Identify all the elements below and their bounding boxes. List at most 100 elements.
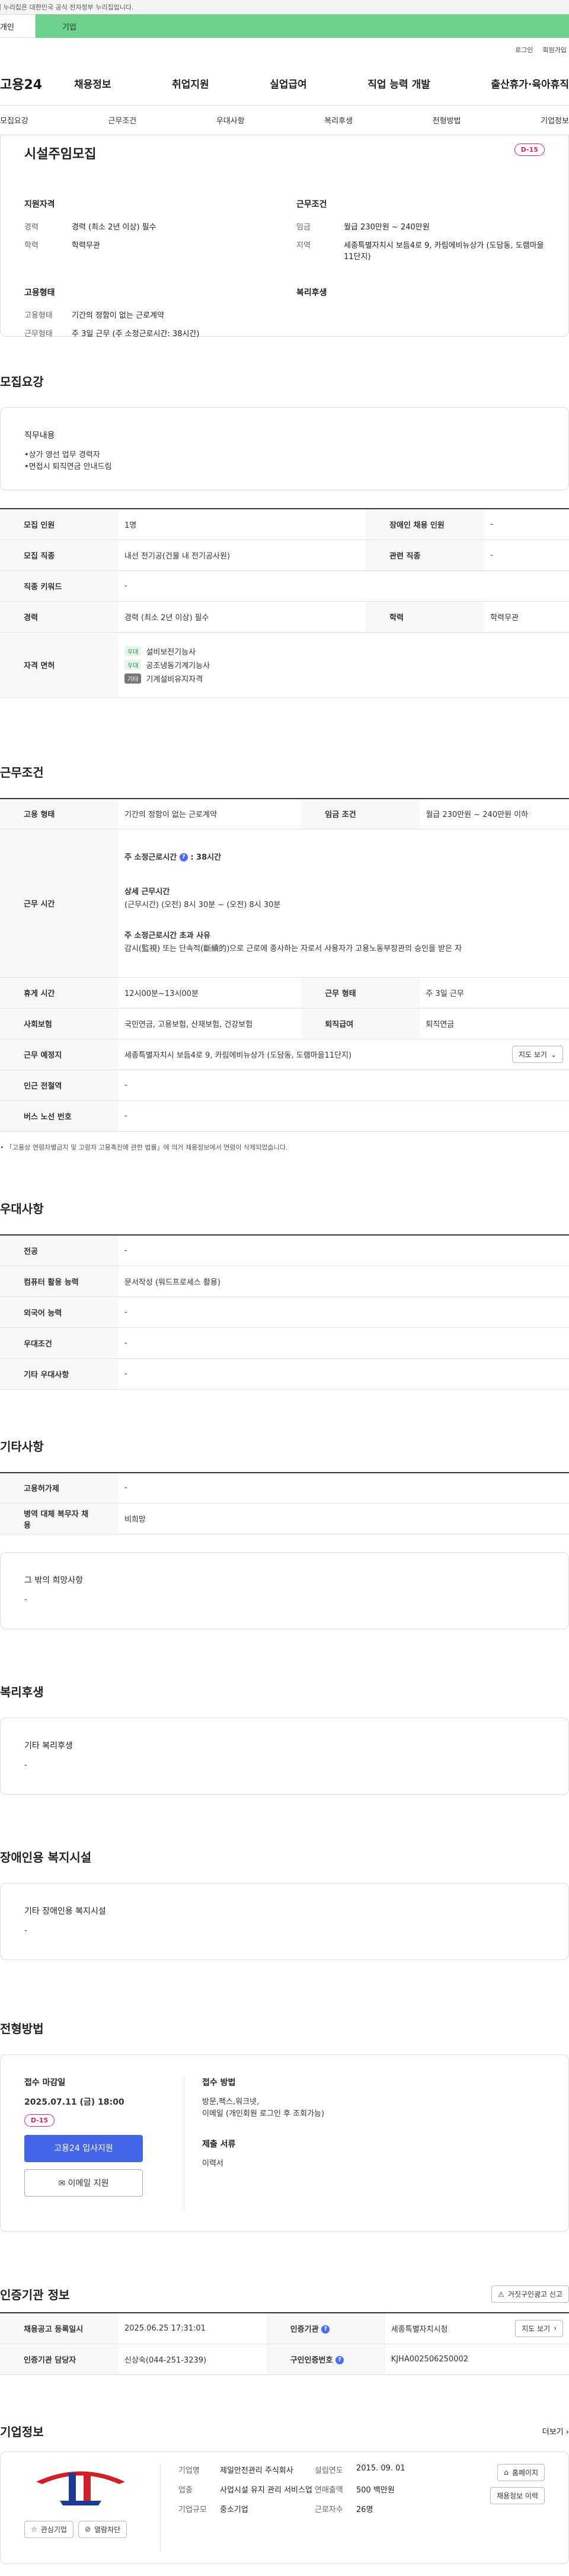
recruit-heading: 모집요강 xyxy=(0,375,44,389)
global-nav: 고용24 채용정보 취업지원 실업급여 직업 능력 개발 출산휴가·육아휴직 xyxy=(0,62,569,106)
pref-table: 전공 - 컴퓨터 활용 능력 문서작성 (워드프로세스 활용) 외국어 능력 - 우대… xyxy=(0,1234,569,1390)
list-item: 우대 설비보전기능사 xyxy=(124,646,563,657)
gnb-item-parental-leave[interactable]: 출산휴가·육아휴직 xyxy=(491,76,569,91)
table-row: 직종 키워드 - xyxy=(0,570,569,602)
anchor-work[interactable]: 근무조건 xyxy=(108,114,136,126)
table-row: 근무 시간 주 소정근로시간 ? : 38시간 상세 근무시간 (근무시간) (… xyxy=(0,829,569,978)
gnb-item-vocational-training[interactable]: 직업 능력 개발 xyxy=(367,76,430,91)
job-history-button[interactable]: 채용정보 이력 xyxy=(490,2486,545,2504)
table-row: 우대조건 - xyxy=(0,1327,569,1359)
dday-badge: D-15 xyxy=(514,143,545,156)
table-row: 휴게 시간 12시00분~13시00분 근무 형태 주 3일 근무 xyxy=(0,977,569,1008)
table-row: 전공 - xyxy=(0,1235,569,1266)
help-icon[interactable]: ? xyxy=(179,853,188,861)
block-company-button[interactable]: ⊘ 열람차단 xyxy=(78,2520,127,2538)
apply-button[interactable]: 고용24 입사지원 xyxy=(24,2135,143,2162)
table-row: 외국어 능력 - xyxy=(0,1297,569,1328)
etc-section: 기타사항 고용허가제 - 병역 대체 복무자 채용 비희망 그 밖의 희망사항 - xyxy=(0,1390,569,1629)
chevron-down-icon: ⌄ xyxy=(550,1050,557,1059)
job-title: 시설주임모집 xyxy=(24,147,97,162)
table-row: 인증기관 담당자 신상숙(044-251-3239) 구인인증번호 ? KJHA0… xyxy=(0,2344,569,2375)
anchor-company[interactable]: 기업정보 xyxy=(541,114,569,126)
license-tag: 기타 xyxy=(124,673,142,684)
etc-box: 그 밖의 희망사항 - xyxy=(0,1552,569,1629)
anchor-process[interactable]: 전형방법 xyxy=(433,114,461,126)
summary-row: 학력 학력무관 xyxy=(24,241,100,250)
summary-employment: 고용형태 고용형태 기간의 정함이 없는 근로계약 근무형태 주 3일 근무 (주 … xyxy=(24,286,273,346)
gnb-item-jobs[interactable]: 채용정보 xyxy=(74,76,111,91)
company-section: 기업정보 더보기 › ☆ 관심기업 ⊘ 열람차단 기업명 제일안전관리 주식회사 설립… xyxy=(0,2375,569,2576)
etc-heading: 기타사항 xyxy=(0,1439,44,1454)
summary-condition: 근무조건 임금 월급 230만원 ~ 240만원 지역 세종특별자치시 보듬4로 9… xyxy=(296,198,545,269)
company-logo-base-blue xyxy=(60,2500,101,2505)
disabled-box: 기타 장애인용 복지시설 - xyxy=(0,1883,569,1960)
help-icon[interactable]: ? xyxy=(321,2325,330,2334)
benefit-heading: 복리후생 xyxy=(0,1685,44,1699)
duty-heading: 직무내용 xyxy=(24,431,55,440)
table-row: 채용공고 등록일시 2025.06.25 17:31:01 인증기관 ? 세종특별… xyxy=(0,2313,569,2344)
recruit-section: 모집요강 직무내용 •상가 영선 업무 경력자 •면접시 퇴직연금 안내드림 모… xyxy=(0,337,569,698)
anchor-tabs: 모집요강 근무조건 우대사항 복리후생 전형방법 기업정보 xyxy=(0,106,569,135)
block-icon: ⊘ xyxy=(84,2525,91,2533)
disabled-section: 장애인용 복지시설 기타 장애인용 복지시설 - xyxy=(0,1795,569,1960)
table-row: 기타 우대사항 - xyxy=(0,1358,569,1390)
summary-condition-heading: 근무조건 xyxy=(296,200,327,209)
age-notice: • 「고용상 연령차별금지 및 고령자 고용촉진에 관한 법률」에 의거 채용정… xyxy=(0,1144,288,1151)
gov-bar: 이 누리집은 대한민국 공식 전자정부 누리집입니다. xyxy=(0,0,569,14)
work-table: 고용 형태 기간의 정함이 없는 근로계약 임금 조건 월급 230만원 ~ 240… xyxy=(0,797,569,1132)
disabled-heading: 장애인용 복지시설 xyxy=(0,1850,92,1865)
util-links: 로그인 회원가입 xyxy=(0,38,569,62)
tab-personal[interactable]: 개인 xyxy=(0,14,36,38)
map-button[interactable]: 지도 보기 ⌄ xyxy=(512,1046,563,1063)
company-more-link[interactable]: 더보기 › xyxy=(542,2425,569,2437)
company-logo-arc-red xyxy=(36,2471,125,2484)
user-type-tabs: 개인 기업 xyxy=(0,14,569,38)
report-ad-button[interactable]: ⚠ 거짓구인광고 신고 xyxy=(491,2285,569,2303)
email-apply-button[interactable]: ✉ 이메일 지원 xyxy=(24,2169,143,2197)
work-section: 근무조건 고용 형태 기간의 정함이 없는 근로계약 임금 조건 월급 230만원 … xyxy=(0,698,569,1153)
help-icon[interactable]: ? xyxy=(335,2356,344,2364)
table-row: 고용 형태 기간의 정함이 없는 근로계약 임금 조건 월급 230만원 ~ 240… xyxy=(0,798,569,829)
anchor-pref[interactable]: 우대사항 xyxy=(216,114,245,126)
cert-section: 인증기관 정보 ⚠ 거짓구인광고 신고 채용공고 등록일시 2025.06.25 1… xyxy=(0,2232,569,2375)
gnb-item-employment-support[interactable]: 취업지원 xyxy=(172,76,209,91)
duty-line: •면접시 퇴직연금 안내드림 xyxy=(24,462,112,471)
homepage-button[interactable]: ⌂ 홈페이지 xyxy=(497,2463,545,2481)
anchor-recruit[interactable]: 모집요강 xyxy=(0,114,28,126)
summary-row: 임금 월급 230만원 ~ 240만원 xyxy=(296,223,430,232)
summary-employment-heading: 고용형태 xyxy=(24,288,55,298)
license-tag: 우대 xyxy=(124,659,142,670)
pref-section: 우대사항 전공 - 컴퓨터 활용 능력 문서작성 (워드프로세스 활용) 외국어 능… xyxy=(0,1152,569,1390)
table-row: 컴퓨터 활용 능력 문서작성 (워드프로세스 활용) xyxy=(0,1266,569,1297)
login-link[interactable]: 로그인 xyxy=(515,45,533,62)
tab-company[interactable]: 기업 xyxy=(36,14,569,38)
summary-row: 고용형태 기간의 정함이 없는 근로계약 xyxy=(24,311,164,320)
site-logo[interactable]: 고용24 xyxy=(0,74,74,93)
favorite-company-button[interactable]: ☆ 관심기업 xyxy=(24,2520,73,2538)
gnb-item-unemployment-benefit[interactable]: 실업급여 xyxy=(270,76,307,91)
table-row: 고용허가제 - xyxy=(0,1472,569,1504)
license-tag: 우대 xyxy=(124,646,142,656)
process-dday-badge: D-15 xyxy=(24,2114,55,2127)
deadline-date: 2025.07.11 (금) 18:00 xyxy=(24,2098,124,2107)
benefit-section: 복리후생 기타 복리후생 - xyxy=(0,1629,569,1795)
anchor-benefit[interactable]: 복리후생 xyxy=(324,114,353,126)
gnb-menu: 채용정보 취업지원 실업급여 직업 능력 개발 출산휴가·육아휴직 xyxy=(74,76,569,91)
license-list: 우대 설비보전기능사 우대 공조냉동기계기능사 기타 기계설비유지자격 xyxy=(119,632,569,698)
list-item: 우대 공조냉동기계기능사 xyxy=(124,659,563,671)
summary-grid: 지원자격 경력 경력 (최소 2년 이상) 필수 학력 학력무관 근무조건 임금 월급… xyxy=(24,198,545,346)
benefit-box: 기타 복리후생 - xyxy=(0,1718,569,1795)
table-row: 모집 인원 1명 장애인 채용 인원 - xyxy=(0,509,569,540)
duty-box: 직무내용 •상가 영선 업무 경력자 •면접시 퇴직연금 안내드림 xyxy=(0,407,569,490)
table-row: 모집 직종 내선 전기공(건물 내 전기공사원) 관련 직종 - xyxy=(0,540,569,571)
table-row: 경력 경력 (최소 2년 이상) 필수 학력 학력무관 xyxy=(0,601,569,633)
summary-welfare: 복리후생 xyxy=(296,286,545,346)
signup-link[interactable]: 회원가입 xyxy=(543,45,567,62)
company-heading: 기업정보 xyxy=(0,2424,44,2439)
mail-icon: ✉ xyxy=(58,2179,68,2188)
cert-map-button[interactable]: 지도 보기 › xyxy=(515,2319,563,2337)
etc-table: 고용허가제 - 병역 대체 복무자 채용 비희망 xyxy=(0,1471,569,1534)
star-icon: ☆ xyxy=(31,2525,37,2533)
cert-heading: 인증기관 정보 xyxy=(0,2288,70,2302)
company-logo-bar-left xyxy=(69,2472,76,2502)
